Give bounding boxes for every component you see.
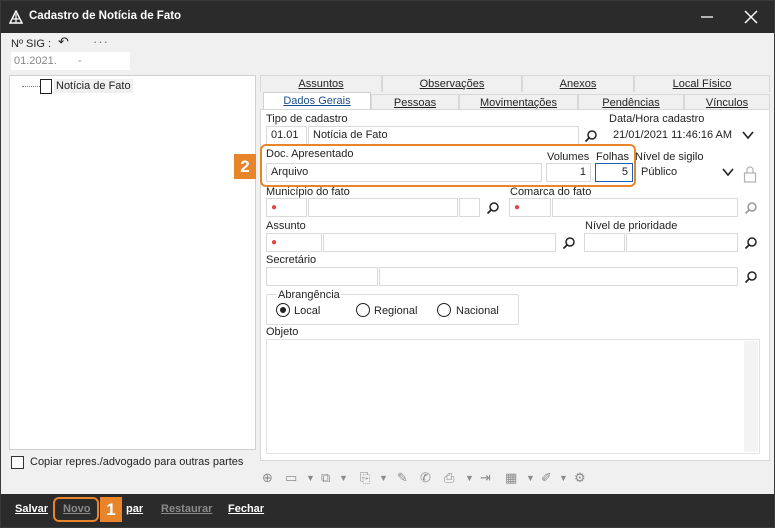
action-toolbar: ⊕ ▭ ▼ ⧉ ▼ ⎘ ▼ ✎ ✆ ⎙ ▼ ⇥ ▦ ▼ ✐ ▼ ⚙	[260, 470, 590, 490]
close-button[interactable]: Fechar	[228, 503, 264, 515]
title-bar: Cadastro de Notícia de Fato	[1, 1, 774, 33]
search-icon[interactable]	[744, 270, 758, 284]
copy-button[interactable]: par	[126, 503, 143, 515]
prioridade-label: Nível de prioridade	[585, 220, 678, 232]
sig-value-suffix: -	[78, 55, 82, 67]
document-edit-icon[interactable]: ✎	[397, 470, 408, 486]
edit-icon[interactable]: ✐	[541, 470, 552, 486]
assunto-code-field[interactable]: ●	[266, 233, 322, 252]
municipio-uf-field[interactable]	[459, 198, 480, 217]
assunto-label: Assunto	[266, 220, 306, 232]
save-button[interactable]: Salvar	[15, 503, 48, 515]
assunto-name-field[interactable]	[323, 233, 556, 252]
chevron-down-icon[interactable]: ▼	[306, 473, 315, 483]
chevron-down-icon[interactable]	[742, 129, 754, 144]
restore-button[interactable]: Restaurar	[161, 503, 212, 515]
network-icon[interactable]: ⧉	[321, 470, 330, 486]
secretario-label: Secretário	[266, 254, 317, 266]
callout-badge-2: 2	[234, 154, 256, 179]
sigilo-select[interactable]: Público	[636, 163, 738, 182]
tipo-code-field[interactable]: 01.01	[266, 126, 307, 145]
search-icon[interactable]	[744, 201, 758, 215]
radio-regional-label: Regional	[374, 305, 418, 317]
search-icon[interactable]	[584, 129, 598, 143]
copy-icon[interactable]: ⎘	[360, 470, 370, 486]
callout-badge-1: 1	[100, 497, 122, 522]
add-person-icon[interactable]: ⊕	[262, 470, 273, 486]
municipio-code-field[interactable]: ●	[266, 198, 307, 217]
data-field[interactable]: 21/01/2021 11:46:16 AM	[608, 126, 758, 145]
tree-node-noticia[interactable]: Notícia de Fato	[54, 79, 133, 93]
secretario-name-field[interactable]	[379, 267, 738, 286]
radio-nacional[interactable]	[437, 303, 451, 317]
tipo-name-field[interactable]: Notícia de Fato	[308, 126, 579, 145]
comarca-label: Comarca do fato	[510, 186, 592, 198]
tree-connector	[22, 86, 42, 87]
window: Cadastro de Notícia de Fato Nº SIG : ↶ ·…	[0, 0, 775, 528]
undo-icon[interactable]: ↶	[58, 34, 69, 50]
chevron-down-icon[interactable]: ▼	[559, 473, 568, 483]
required-dot: ●	[514, 202, 521, 213]
highlight-novo-button	[53, 497, 99, 522]
minimize-icon[interactable]	[695, 5, 719, 29]
radio-nacional-label: Nacional	[456, 305, 499, 317]
municipio-label: Município do fato	[266, 186, 350, 198]
sig-value-prefix: 01.2021.	[14, 55, 57, 67]
radio-regional[interactable]	[356, 303, 370, 317]
radio-local-label: Local	[294, 305, 321, 317]
sigilo-value: Público	[641, 166, 678, 178]
window-title: Cadastro de Notícia de Fato	[29, 10, 182, 22]
highlight-doc-section	[260, 144, 636, 187]
tab-observacoes[interactable]: Observações	[382, 75, 522, 92]
more-icon[interactable]: ···	[93, 34, 109, 49]
chevron-down-icon[interactable]: ▼	[379, 473, 388, 483]
data-value: 21/01/2021 11:46:16 AM	[613, 129, 733, 141]
phone-icon[interactable]: ✆	[420, 470, 431, 486]
tree-panel: Notícia de Fato	[9, 75, 256, 450]
close-icon[interactable]	[739, 5, 763, 29]
required-dot: ●	[271, 202, 278, 213]
folder-icon[interactable]: ▭	[285, 470, 297, 486]
chevron-down-icon[interactable]: ▼	[465, 473, 474, 483]
tab-assuntos[interactable]: Assuntos	[260, 75, 382, 92]
settings-icon[interactable]: ⚙	[574, 470, 586, 486]
search-icon[interactable]	[562, 236, 576, 250]
document-icon	[40, 79, 52, 94]
abrangencia-label: Abrangência	[277, 289, 341, 301]
copy-label: Copiar repres./advogado para outras part…	[30, 456, 244, 468]
prioridade-code-field[interactable]	[584, 233, 625, 252]
calendar-icon[interactable]: ▦	[505, 470, 517, 486]
municipio-name-field[interactable]	[308, 198, 458, 217]
objeto-textarea[interactable]	[266, 339, 760, 454]
print-icon[interactable]: ⎙	[444, 470, 454, 486]
export-icon[interactable]: ⇥	[480, 470, 491, 486]
objeto-scrollbar[interactable]	[744, 341, 758, 452]
chevron-down-icon[interactable]: ▼	[339, 473, 348, 483]
tipo-label: Tipo de cadastro	[266, 113, 348, 125]
sig-field[interactable]: 01.2021. -	[11, 52, 130, 70]
app-icon	[8, 9, 24, 24]
data-label: Data/Hora cadastro	[609, 113, 705, 125]
sig-label: Nº SIG :	[11, 38, 52, 50]
comarca-code-field[interactable]: ●	[509, 198, 551, 217]
tab-local-fisico[interactable]: Local Físico	[634, 75, 770, 92]
prioridade-name-field[interactable]	[626, 233, 738, 252]
required-dot: ●	[271, 237, 278, 248]
copy-checkbox[interactable]	[11, 456, 24, 469]
search-icon[interactable]	[744, 236, 758, 250]
radio-local[interactable]	[276, 303, 290, 317]
lock-icon[interactable]	[743, 165, 757, 183]
objeto-label: Objeto	[266, 326, 299, 338]
sigilo-label: Nível de sigilo	[635, 151, 704, 163]
search-icon[interactable]	[486, 201, 500, 215]
comarca-name-field[interactable]	[552, 198, 738, 217]
secretario-code-field[interactable]	[266, 267, 378, 286]
chevron-down-icon[interactable]	[722, 166, 734, 181]
tab-anexos[interactable]: Anexos	[522, 75, 634, 92]
chevron-down-icon[interactable]: ▼	[526, 473, 535, 483]
